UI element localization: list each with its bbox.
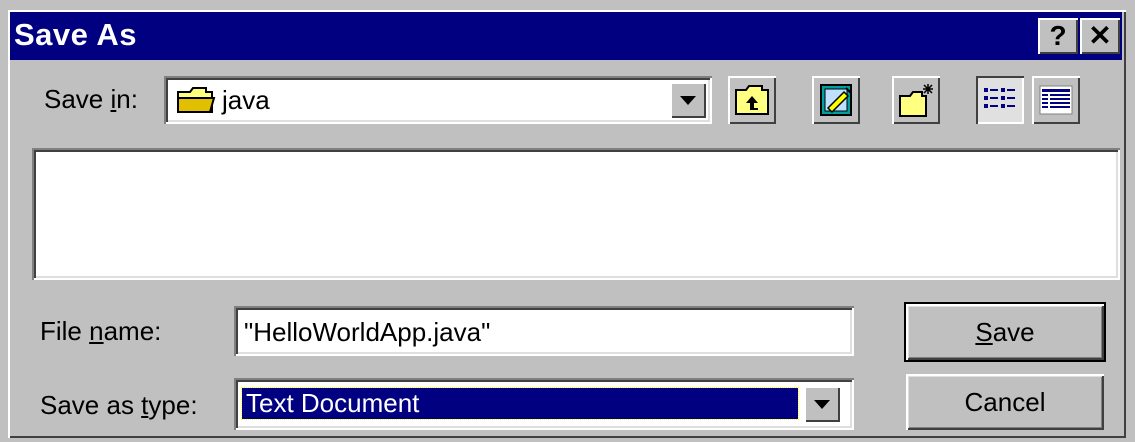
file-name-input[interactable]: "HelloWorldApp.java" (234, 306, 854, 356)
window-title: Save As (14, 17, 137, 52)
help-button[interactable]: ? (1038, 18, 1078, 54)
details-view-icon (1038, 84, 1074, 121)
up-one-level-icon (734, 84, 770, 121)
folder-icon (176, 86, 216, 119)
save-button[interactable]: Save (904, 302, 1106, 362)
file-name-label: File name: (40, 316, 162, 346)
save-as-type-dropdown-button[interactable] (804, 386, 840, 422)
file-name-value: "HelloWorldApp.java" (244, 317, 491, 347)
create-new-folder-button[interactable] (892, 76, 940, 124)
save-in-dropdown-button[interactable] (670, 82, 706, 118)
up-one-level-button[interactable] (728, 76, 776, 124)
desktop-icon (818, 82, 854, 123)
details-view-button[interactable] (1032, 76, 1080, 124)
save-as-type-value: Text Document (241, 387, 799, 420)
close-button[interactable]: ✕ (1080, 18, 1120, 54)
list-view-icon (982, 84, 1018, 121)
desktop-button[interactable] (812, 76, 860, 124)
save-in-combo[interactable]: java (164, 76, 712, 124)
save-in-value: java (222, 85, 270, 115)
cancel-button[interactable]: Cancel (906, 374, 1104, 430)
title-bar[interactable]: Save As ? ✕ (10, 12, 1122, 60)
save-as-type-combo[interactable]: Text Document (234, 378, 854, 430)
save-in-label: Save in: (44, 84, 138, 114)
file-list[interactable] (32, 148, 1120, 280)
list-view-button[interactable] (976, 76, 1024, 124)
save-as-type-label: Save as type: (40, 390, 198, 420)
new-folder-icon (898, 82, 936, 123)
